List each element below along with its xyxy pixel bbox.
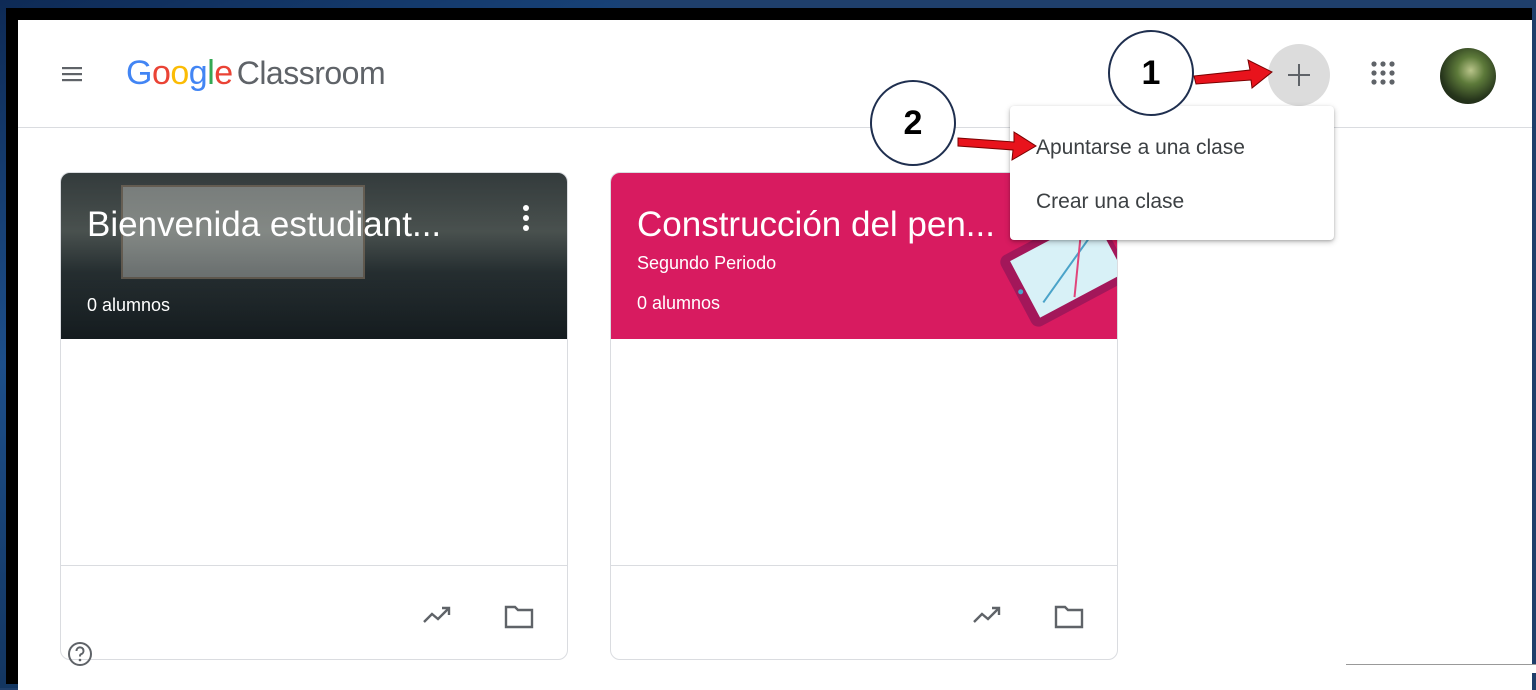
logo-letter: g <box>188 54 208 92</box>
class-card[interactable]: Construcción del pen... Segundo Periodo … <box>610 172 1118 660</box>
class-title[interactable]: Bienvenida estudiant... <box>87 205 441 245</box>
screenshot-frame: Google Classroom Bienvenida estudiant...… <box>6 8 1532 690</box>
class-card[interactable]: Bienvenida estudiant... 0 alumnos <box>60 172 568 660</box>
class-student-count: 0 alumnos <box>637 293 721 313</box>
class-title[interactable]: Construcción del pen... <box>637 205 995 245</box>
annotation-arrow-1 <box>1193 59 1273 89</box>
folder-icon[interactable] <box>1053 602 1085 630</box>
class-card-footer <box>611 565 1117 659</box>
annotation-step-2: 2 <box>870 80 956 166</box>
google-classroom-logo[interactable]: Google Classroom <box>126 54 386 93</box>
user-avatar[interactable] <box>1440 48 1496 104</box>
more-vert-icon[interactable] <box>521 203 531 233</box>
join-class-menu-item[interactable]: Apuntarse a una clase <box>1036 136 1245 160</box>
create-class-menu-item[interactable]: Crear una clase <box>1036 190 1184 214</box>
class-section: Segundo Periodo <box>637 253 777 273</box>
create-or-join-button[interactable] <box>1268 44 1330 106</box>
create-join-menu: Apuntarse a una clase Crear una clase <box>1010 106 1334 240</box>
logo-letter: o <box>170 54 189 92</box>
hamburger-menu-icon[interactable] <box>60 62 84 86</box>
classroom-window: Google Classroom Bienvenida estudiant...… <box>18 20 1532 690</box>
class-card-footer <box>61 565 567 659</box>
annotation-arrow-2 <box>957 131 1037 161</box>
class-student-count: 0 alumnos <box>87 295 171 315</box>
trending-up-icon[interactable] <box>971 602 1003 630</box>
annotation-step-1: 1 <box>1108 30 1194 116</box>
logo-letter: e <box>214 54 233 92</box>
logo-product-name: Classroom <box>236 55 386 91</box>
trending-up-icon[interactable] <box>421 602 453 630</box>
logo-letter: G <box>126 54 152 92</box>
apps-grid-icon[interactable] <box>1368 58 1398 88</box>
logo-letter: o <box>151 54 171 92</box>
class-card-header[interactable]: Bienvenida estudiant... 0 alumnos <box>61 173 567 339</box>
corner-tab <box>1346 664 1536 673</box>
help-icon[interactable] <box>66 640 94 668</box>
plus-icon <box>1288 64 1310 86</box>
folder-icon[interactable] <box>503 602 535 630</box>
